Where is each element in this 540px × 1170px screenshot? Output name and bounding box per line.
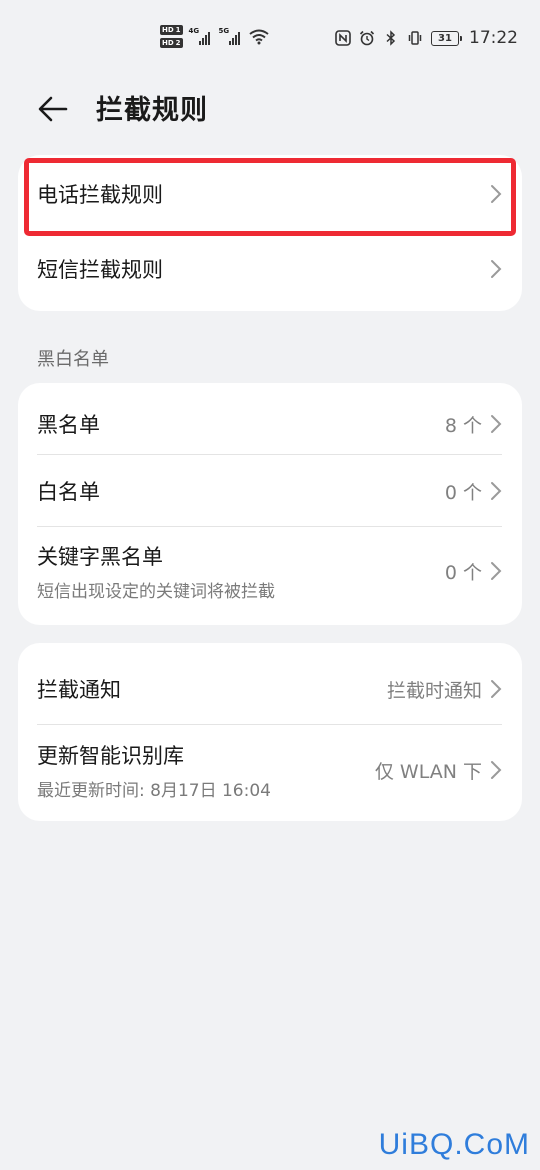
arrow-left-icon[interactable] bbox=[36, 92, 70, 126]
sms-rules-row[interactable]: 短信拦截规则 bbox=[18, 233, 522, 305]
row-title: 关键字黑名单 bbox=[37, 544, 163, 569]
chevron-right-icon bbox=[491, 185, 502, 203]
phone-rules-main: 电话拦截规则 bbox=[37, 179, 490, 209]
chevron-right-icon bbox=[491, 415, 502, 433]
signal-strength-icon-2: 5G bbox=[218, 26, 243, 45]
sim2-hd-badge: HD 2 bbox=[160, 38, 183, 48]
section-label-blackwhite: 黑白名单 bbox=[37, 349, 109, 370]
header: 拦截规则 bbox=[0, 80, 540, 136]
network-type-1: 4G bbox=[188, 26, 200, 35]
keyword-blacklist-main: 关键字黑名单 短信出现设定的关键词将被拦截 bbox=[37, 541, 445, 602]
row-value: 0 个 bbox=[444, 561, 482, 584]
row-value: 0 个 bbox=[444, 481, 482, 504]
row-subtitle: 最近更新时间: 8月17日 16:04 bbox=[37, 780, 271, 801]
sim2-hd-label: HD bbox=[162, 39, 174, 47]
row-subtitle: 短信出现设定的关键词将被拦截 bbox=[37, 581, 275, 602]
blacklist-card: 黑名单 8 个 白名单 0 个 关键字黑名单 短信出现设定的关键词将被拦截 0 … bbox=[18, 383, 522, 625]
page-title: 拦截规则 bbox=[96, 95, 208, 126]
row-value: 8 个 bbox=[444, 414, 482, 437]
keyword-blacklist-row[interactable]: 关键字黑名单 短信出现设定的关键词将被拦截 0 个 bbox=[18, 527, 522, 615]
chevron-right-icon bbox=[491, 562, 502, 580]
row-title: 拦截通知 bbox=[37, 678, 121, 702]
clock: 17:22 bbox=[469, 28, 518, 48]
row-title: 电话拦截规则 bbox=[37, 183, 163, 207]
chevron-right-icon bbox=[491, 482, 502, 500]
whitelist-row[interactable]: 白名单 0 个 bbox=[18, 455, 522, 527]
watermark: UiBQ.CoM bbox=[378, 1128, 530, 1161]
blacklist-main: 黑名单 bbox=[37, 409, 445, 439]
signal-strength-icon: 4G bbox=[188, 26, 213, 45]
bluetooth-icon bbox=[386, 30, 396, 46]
whitelist-main: 白名单 bbox=[37, 476, 445, 506]
update-library-row[interactable]: 更新智能识别库 最近更新时间: 8月17日 16:04 仅 WLAN 下 bbox=[18, 725, 522, 815]
status-bar-left: HD 1 HD 2 4G 5G bbox=[160, 25, 269, 48]
settings-card: 拦截通知 拦截时通知 更新智能识别库 最近更新时间: 8月17日 16:04 仅… bbox=[18, 643, 522, 821]
sms-rules-main: 短信拦截规则 bbox=[37, 254, 490, 284]
row-title: 黑名单 bbox=[37, 413, 100, 437]
nfc-icon bbox=[335, 30, 351, 46]
vibrate-icon bbox=[408, 31, 422, 45]
rules-card: 电话拦截规则 短信拦截规则 bbox=[18, 155, 522, 311]
row-value: 仅 WLAN 下 bbox=[374, 760, 482, 783]
sim1-hd-label: HD bbox=[162, 26, 174, 34]
row-title: 白名单 bbox=[37, 480, 100, 504]
status-bar: HD 1 HD 2 4G 5G 31 17:22 bbox=[0, 0, 540, 78]
phone-rules-row[interactable]: 电话拦截规则 bbox=[18, 155, 522, 233]
status-bar-right: 31 17:22 bbox=[335, 28, 518, 48]
chevron-right-icon bbox=[491, 761, 502, 779]
row-title: 短信拦截规则 bbox=[37, 258, 163, 282]
intercept-notify-main: 拦截通知 bbox=[37, 674, 387, 704]
battery-level: 31 bbox=[438, 32, 452, 44]
sim1-number: 1 bbox=[175, 26, 181, 34]
row-value: 拦截时通知 bbox=[386, 679, 482, 702]
battery-icon: 31 bbox=[431, 30, 462, 46]
sim1-hd-badge: HD 1 bbox=[160, 25, 183, 35]
update-library-main: 更新智能识别库 最近更新时间: 8月17日 16:04 bbox=[37, 740, 375, 801]
chevron-right-icon bbox=[491, 680, 502, 698]
chevron-right-icon bbox=[491, 260, 502, 278]
network-type-2: 5G bbox=[218, 26, 230, 35]
blacklist-row[interactable]: 黑名单 8 个 bbox=[18, 383, 522, 455]
wifi-icon bbox=[248, 29, 269, 44]
sim2-number: 2 bbox=[175, 39, 181, 47]
alarm-icon bbox=[359, 30, 375, 46]
sim-indicators: HD 1 HD 2 bbox=[160, 25, 183, 48]
intercept-notify-row[interactable]: 拦截通知 拦截时通知 bbox=[18, 643, 522, 725]
row-title: 更新智能识别库 bbox=[37, 743, 184, 768]
